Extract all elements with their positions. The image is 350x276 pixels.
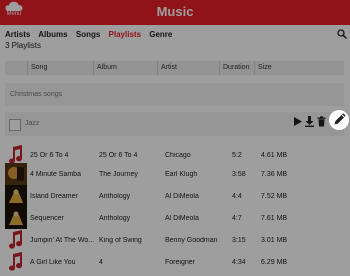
column-header: Song Album Artist Duration Size (5, 61, 344, 75)
music-note-icon (9, 252, 23, 271)
search-icon[interactable] (337, 29, 347, 39)
playlist-count: 3 Playlists (5, 41, 42, 50)
song-size: 6.29 MB (261, 259, 288, 266)
song-duration: 4:34 (232, 259, 246, 266)
tab-bar: Artists Albums Songs Playlists Genre (5, 30, 178, 39)
tab-genre[interactable]: Genre (149, 30, 172, 39)
tab-albums[interactable]: Albums (38, 30, 67, 39)
song-duration: 4:4 (232, 193, 242, 200)
song-album: King of Swing (99, 237, 142, 244)
song-duration: 3:15 (232, 237, 246, 244)
app-title: Music (156, 4, 194, 19)
column-artist[interactable]: Artist (157, 61, 222, 75)
song-duration: 4:7 (232, 215, 242, 222)
table-row[interactable]: Island Dreamer Anthology Al DiMeola 4:4 … (5, 185, 344, 209)
pencil-icon (334, 113, 346, 125)
song-duration: 3:58 (232, 171, 246, 178)
song-title: A Girl Like You (30, 259, 76, 266)
album-art (5, 207, 27, 229)
music-note-icon (9, 230, 23, 249)
song-duration: 5:2 (232, 152, 242, 159)
play-icon[interactable] (292, 116, 303, 127)
song-artist: Al DiMeola (165, 215, 199, 222)
song-title: 25 Or 6 To 4 (30, 152, 69, 159)
playlist-name: Christmas songs (10, 91, 63, 98)
edit-playlist-button[interactable] (329, 110, 349, 130)
song-size: 7.61 MB (261, 215, 288, 222)
tab-artists[interactable]: Artists (5, 30, 30, 39)
song-artist: Chicago (165, 152, 191, 159)
song-album: The Journey (99, 171, 138, 178)
song-album: 25 Or 6 To 4 (99, 152, 138, 159)
song-title: 4 Minute Samba (30, 171, 81, 178)
song-size: 7.36 MB (261, 171, 288, 178)
playlist-christmas-songs[interactable]: Christmas songs (5, 83, 344, 106)
tab-songs[interactable]: Songs (76, 30, 100, 39)
song-title: Island Dreamer (30, 193, 78, 200)
app-header: Menu Music (0, 0, 350, 25)
trash-icon[interactable] (316, 116, 327, 127)
song-album: Anthology (99, 215, 131, 222)
download-icon[interactable] (304, 116, 315, 127)
song-album: Anthology (99, 193, 131, 200)
playlist-checkbox[interactable] (9, 119, 21, 131)
tab-playlists[interactable]: Playlists (109, 30, 141, 39)
table-row[interactable]: A Girl Like You 4 Foreigner 4:34 6.29 MB (5, 251, 344, 275)
column-duration[interactable]: Duration (219, 61, 256, 75)
playlist-name: Jazz (25, 120, 40, 127)
song-album: 4 (99, 259, 103, 266)
song-artist: Earl Klugh (165, 171, 198, 178)
song-artist: Benny Goodman (165, 237, 218, 244)
playlist-jazz[interactable]: Jazz (5, 112, 344, 136)
column-song[interactable]: Song (27, 61, 94, 75)
album-art (5, 163, 27, 185)
song-size: 4.61 MB (261, 152, 288, 159)
table-row[interactable]: Jumpin' At The Wo... King of Swing Benny… (5, 229, 344, 253)
song-title: Sequencer (30, 215, 64, 222)
column-album[interactable]: Album (93, 61, 160, 75)
song-artist: Al DiMeola (165, 193, 199, 200)
table-row[interactable]: Sequencer Anthology Al DiMeola 4:7 7.61 … (5, 207, 344, 231)
song-artist: Foreigner (165, 259, 195, 266)
column-size[interactable]: Size (254, 61, 288, 75)
album-art (5, 185, 27, 207)
song-size: 3.01 MB (261, 237, 288, 244)
song-title: Jumpin' At The Wo... (30, 237, 95, 244)
song-size: 7.52 MB (261, 193, 288, 200)
table-row[interactable]: 4 Minute Samba The Journey Earl Klugh 3:… (5, 163, 344, 187)
